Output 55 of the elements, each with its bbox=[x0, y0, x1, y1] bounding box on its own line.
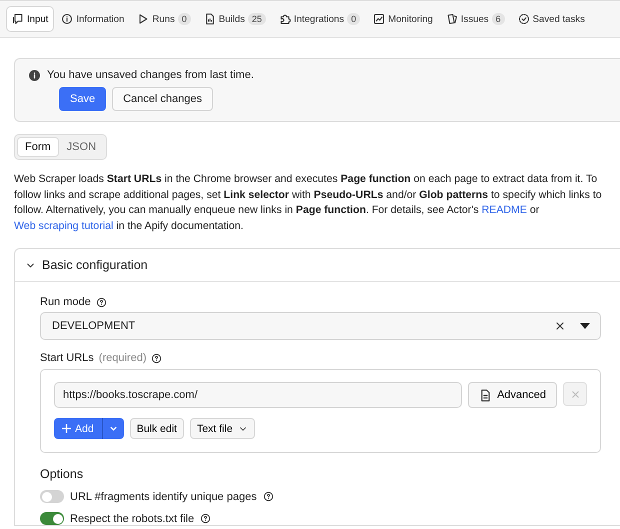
clear-icon bbox=[554, 320, 566, 332]
tab[interactable]: Builds 25 bbox=[198, 6, 272, 32]
save-button[interactable]: Save bbox=[59, 87, 106, 111]
chart-icon bbox=[373, 13, 386, 25]
tab[interactable]: Input bbox=[6, 6, 54, 32]
url-input-field[interactable]: https://books.toscrape.com/ bbox=[54, 382, 462, 408]
link[interactable]: Web scraping tutorial bbox=[14, 220, 114, 232]
info-icon bbox=[61, 13, 74, 25]
count-badge: 0 bbox=[178, 13, 191, 25]
tab[interactable]: Saved tasks bbox=[512, 6, 591, 32]
document-icon bbox=[479, 388, 492, 402]
count-badge: 0 bbox=[347, 13, 360, 25]
chevron-icon bbox=[108, 424, 118, 433]
tab[interactable]: Information bbox=[55, 6, 130, 32]
help-icon bbox=[151, 352, 162, 364]
document-icon bbox=[204, 13, 216, 25]
help-icon bbox=[262, 491, 274, 502]
options-heading: Options bbox=[40, 467, 84, 481]
toggle-label: Respect the robots.txt file bbox=[70, 512, 194, 524]
info-icon bbox=[29, 70, 40, 80]
field-label: Start URLs bbox=[40, 352, 94, 364]
banner-message: You have unsaved changes from last time. bbox=[47, 69, 254, 81]
cards-icon bbox=[446, 13, 458, 25]
bulk-edit-button[interactable]: Bulk edit bbox=[130, 418, 184, 439]
help-icon bbox=[200, 513, 212, 524]
tab[interactable]: Issues 6 bbox=[440, 6, 511, 32]
puzzle-icon bbox=[278, 13, 291, 25]
toggle-switch[interactable] bbox=[40, 490, 64, 503]
link[interactable]: README bbox=[482, 204, 527, 216]
required-note: (required) bbox=[98, 352, 146, 364]
speech-bubble-icon bbox=[12, 13, 24, 25]
cancel-button[interactable]: Cancel changes bbox=[112, 87, 213, 111]
count-badge: 25 bbox=[248, 13, 266, 25]
run-mode-select[interactable]: DEVELOPMENT bbox=[40, 312, 601, 340]
help-icon bbox=[96, 296, 107, 308]
advanced-button[interactable]: Advanced bbox=[468, 382, 557, 408]
count-badge: 6 bbox=[492, 13, 505, 25]
tab[interactable]: Runs 0 bbox=[131, 6, 197, 32]
toggle-switch[interactable] bbox=[40, 512, 64, 525]
text-file-button[interactable]: Text file bbox=[190, 418, 255, 439]
toggle-label: URL #fragments identify unique pages bbox=[70, 490, 257, 502]
view-option[interactable]: JSON bbox=[58, 137, 104, 157]
section-title[interactable]: Basic configuration bbox=[42, 258, 148, 272]
play-icon bbox=[137, 13, 150, 25]
close-icon bbox=[570, 388, 580, 400]
view-option[interactable]: Form bbox=[17, 137, 59, 157]
field-label: Run mode bbox=[40, 296, 91, 308]
description-paragraph: Web Scraper loads Start URLs in the Chrome browser and executes Page function on each page to extract data from it. To follow links and scrape additional pages, set Link selector with Pseudo-URLs and/or Glob patterns to specify which links to follow. Alternatively, you can manually enqueue new links in Page function. For details, see Actor's README or Web scraping tutorial in the Apify documentation. bbox=[14, 172, 603, 234]
tab[interactable]: Integrations 0 bbox=[272, 6, 366, 32]
dropdown-caret-icon bbox=[580, 323, 590, 329]
plus-icon bbox=[62, 424, 71, 433]
tab[interactable]: Monitoring bbox=[367, 6, 439, 32]
dashed-check-icon bbox=[518, 13, 530, 25]
add-button[interactable]: Add bbox=[54, 418, 102, 439]
add-menu-button[interactable] bbox=[102, 418, 124, 439]
